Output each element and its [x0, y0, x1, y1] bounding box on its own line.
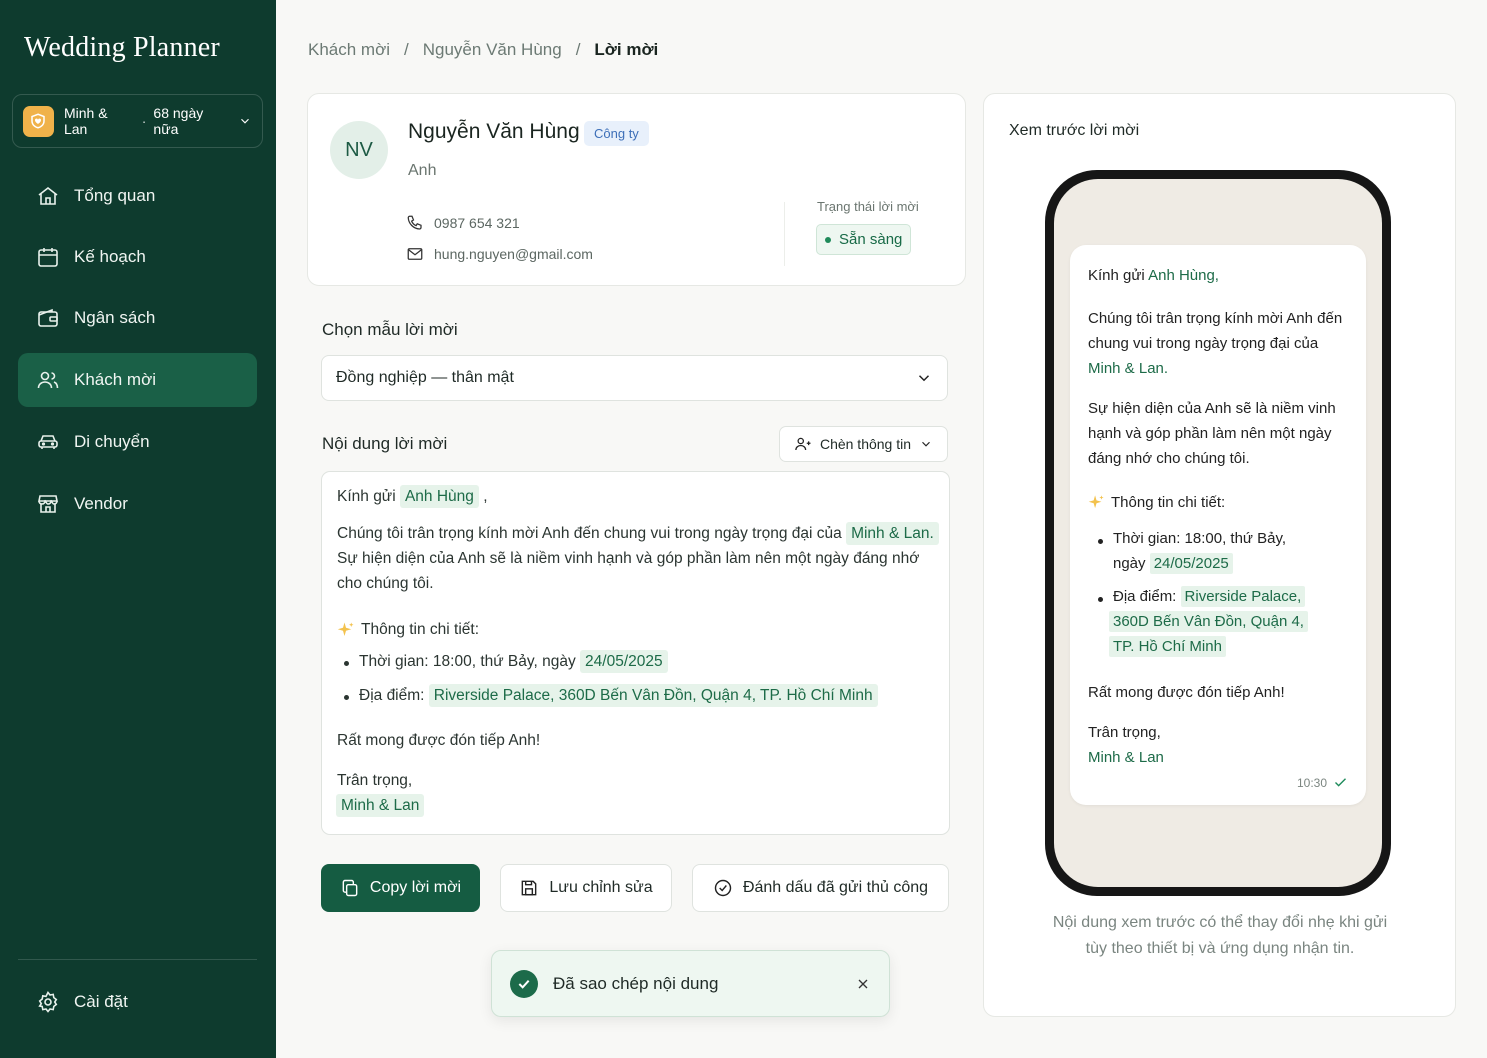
- sparkle-icon: [1088, 495, 1104, 509]
- sidebar-item-overview[interactable]: Tổng quan: [18, 169, 257, 223]
- home-icon: [38, 186, 58, 205]
- copy-icon: [342, 879, 358, 897]
- template-selected: Đồng nghiệp — thân mật: [336, 369, 514, 386]
- breadcrumb-current: Lời mời: [594, 40, 659, 59]
- save-edits-button[interactable]: Lưu chỉnh sửa: [500, 864, 672, 912]
- phone-mockup: Kính gửi Anh Hùng, Chúng tôi trân trọng …: [1045, 170, 1391, 896]
- check-circle-icon: [714, 879, 732, 897]
- para1-line: Chúng tôi trân trọng kính mời Anh đến ch…: [337, 522, 939, 545]
- sidebar-item-guests[interactable]: Khách mời: [18, 353, 257, 407]
- store-icon: [38, 495, 58, 513]
- message-bubble: Kính gửi Anh Hùng, Chúng tôi trân trọng …: [1070, 245, 1366, 805]
- sidebar-item-settings[interactable]: Cài đặt: [18, 975, 257, 1029]
- sidebar-item-label: Ngân sách: [74, 308, 156, 327]
- sidebar-item-budget[interactable]: Ngân sách: [18, 291, 257, 345]
- brand-title: Wedding Planner: [24, 32, 220, 63]
- check-icon: [510, 969, 538, 998]
- guest-phone[interactable]: 0987 654 321: [434, 215, 520, 231]
- closing-line: Rất mong được đón tiếp Anh!: [337, 732, 541, 749]
- phone-screen: Kính gửi Anh Hùng, Chúng tôi trân trọng …: [1054, 179, 1382, 887]
- preview-note-line1: Nội dung xem trước có thể thay đổi nhẹ k…: [1052, 914, 1388, 931]
- heart-icon: [23, 105, 54, 137]
- countdown: 68 ngày nữa: [153, 105, 204, 137]
- preview-title: Xem trước lời mời: [1009, 122, 1140, 139]
- var-date[interactable]: 24/05/2025: [580, 650, 668, 673]
- guest-card: NV Nguyễn Văn Hùng Công ty Anh 0987 654 …: [307, 93, 966, 286]
- place-line: Địa điểm: Riverside Palace, 360D Bến Vân…: [359, 684, 878, 707]
- template-label: Chọn mẫu lời mời: [322, 320, 458, 339]
- sidebar-item-label: Cài đặt: [74, 992, 128, 1011]
- var-place[interactable]: Riverside Palace, 360D Bến Vân Đồn, Quận…: [428, 684, 878, 707]
- sidebar: Wedding Planner Minh & Lan · 68 ngày nữa…: [0, 0, 276, 1058]
- status-label: Trạng thái lời mời: [817, 199, 919, 214]
- guest-relation: Anh: [408, 162, 437, 179]
- message-time: 10:30: [1297, 775, 1348, 790]
- guest-tag: Công ty: [584, 121, 649, 146]
- insert-info-button[interactable]: Chèn thông tin: [779, 426, 948, 462]
- avatar: NV: [330, 121, 388, 179]
- mail-icon: [407, 248, 423, 260]
- sidebar-item-label: Khách mời: [74, 370, 157, 389]
- breadcrumb-guest[interactable]: Nguyễn Văn Hùng: [423, 40, 562, 60]
- sidebar-item-label: Kế hoạch: [74, 247, 146, 266]
- para2-line: Sự hiện diện của Anh sẽ là niềm vinh hạn…: [337, 550, 920, 567]
- preview-panel: Xem trước lời mời Kính gửi Anh Hùng, Chú…: [983, 93, 1456, 1017]
- sidebar-item-label: Di chuyển: [74, 432, 150, 451]
- check-icon: [1335, 778, 1346, 787]
- sidebar-divider: [18, 959, 257, 960]
- toast-message: Đã sao chép nội dung: [553, 973, 719, 993]
- sidebar-item-plan[interactable]: Kế hoạch: [18, 230, 257, 284]
- couple-switcher[interactable]: Minh & Lan · 68 ngày nữa: [12, 94, 263, 148]
- greeting-line: Kính gửi Anh Hùng ,: [337, 485, 488, 508]
- template-select[interactable]: Đồng nghiệp — thân mật: [321, 355, 948, 401]
- gear-icon: [38, 991, 58, 1013]
- var-couple[interactable]: Minh & Lan.: [846, 522, 939, 545]
- content-label: Nội dung lời mời: [322, 434, 448, 453]
- couple-names: Minh & Lan: [63, 105, 108, 137]
- chevron-down-icon: [922, 441, 930, 447]
- breadcrumb-guests[interactable]: Khách mời: [308, 40, 390, 60]
- time-line: Thời gian: 18:00, thứ Bảy, ngày 24/05/20…: [359, 650, 668, 673]
- save-icon: [521, 880, 537, 896]
- var-signature[interactable]: Minh & Lan: [336, 794, 425, 817]
- details-heading: Thông tin chi tiết:: [337, 621, 479, 639]
- sidebar-item-label: Tổng quan: [74, 186, 156, 205]
- copied-toast: Đã sao chép nội dung: [491, 950, 890, 1017]
- var-guest[interactable]: Anh Hùng: [399, 485, 479, 508]
- sidebar-item-label: Vendor: [74, 494, 128, 513]
- mark-sent-button[interactable]: Đánh dấu đã gửi thủ công: [692, 864, 949, 912]
- preview-note-line2: tùy theo thiết bị và ứng dụng nhận tin.: [1085, 940, 1355, 957]
- regards-line: Trân trọng,: [337, 772, 413, 789]
- para2-line-end: cho chúng tôi.: [337, 575, 434, 592]
- sidebar-item-transport[interactable]: Di chuyển: [18, 415, 257, 469]
- calendar-icon: [38, 248, 58, 267]
- guest-name: Nguyễn Văn Hùng: [408, 120, 580, 143]
- sparkle-icon: [337, 622, 354, 636]
- breadcrumb: Khách mời / Nguyễn Văn Hùng / Lời mời: [308, 40, 659, 60]
- chevron-down-icon: [918, 375, 930, 382]
- user-icon: [795, 437, 811, 451]
- invitation-editor[interactable]: Kính gửi Anh Hùng , Chúng tôi trân trọng…: [321, 471, 950, 835]
- chevron-down-icon: [241, 118, 249, 124]
- status-badge: Sẵn sàng: [816, 224, 912, 255]
- email-row: hung.nguyen@gmail.com: [406, 245, 593, 263]
- signature-line: Minh & Lan: [336, 794, 425, 817]
- close-icon[interactable]: [855, 976, 871, 992]
- car-icon: [38, 435, 58, 449]
- sidebar-item-vendor[interactable]: Vendor: [18, 477, 257, 531]
- phone-row: 0987 654 321: [406, 214, 520, 232]
- wallet-icon: [38, 308, 58, 327]
- phone-icon: [407, 215, 422, 230]
- guest-email[interactable]: hung.nguyen@gmail.com: [434, 246, 593, 262]
- users-icon: [37, 371, 59, 389]
- copy-invitation-button[interactable]: Copy lời mời: [321, 864, 480, 912]
